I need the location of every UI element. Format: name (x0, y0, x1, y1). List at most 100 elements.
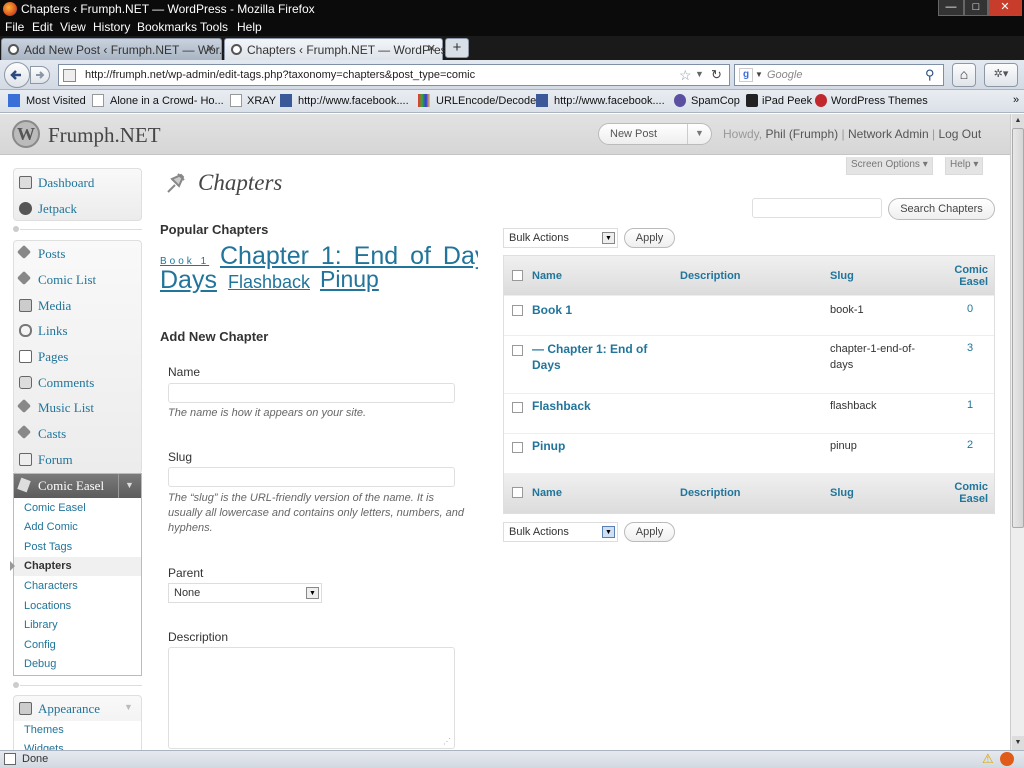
description-textarea[interactable]: ⋰ (168, 647, 455, 749)
site-name[interactable]: Frumph.NET (48, 123, 161, 148)
tag-cloud-days-wrap[interactable]: Days (160, 266, 217, 295)
column-header-comic-easel[interactable]: Comic Easel (944, 264, 988, 288)
bookmarks-overflow-icon[interactable]: » (1013, 94, 1019, 106)
column-footer-comic-easel[interactable]: Comic Easel (944, 481, 988, 505)
sidebar-item-comic-easel[interactable]: Comic Easel ▼ (14, 474, 141, 498)
screen-options-button[interactable]: Screen Options ▾ (846, 157, 933, 175)
tag-cloud-flashback[interactable]: Flashback (228, 272, 310, 293)
new-post-dropdown-icon[interactable]: ▼ (695, 128, 704, 138)
new-post-button[interactable]: New Post ▼ (598, 123, 712, 145)
url-dropdown-icon[interactable]: ▼ (695, 69, 704, 79)
submenu-themes[interactable]: Themes (24, 724, 64, 736)
table-row[interactable]: Flashback flashback 1 (504, 393, 994, 433)
resize-grip-icon[interactable]: ⋰ (443, 737, 451, 746)
bookmark-xray[interactable]: XRAY (247, 95, 276, 107)
name-field[interactable] (168, 383, 455, 403)
addon-status-icon[interactable] (1000, 752, 1014, 766)
scroll-up-icon[interactable]: ▲ (1012, 114, 1024, 128)
sidebar-item-jetpack[interactable]: Jetpack (13, 196, 142, 221)
row-count-link[interactable]: 2 (967, 439, 973, 451)
submenu-config[interactable]: Config (24, 639, 56, 651)
menu-tools[interactable]: Tools (200, 20, 228, 34)
sidebar-item-links[interactable]: Links (13, 318, 142, 343)
home-button[interactable]: ⌂ (952, 63, 976, 87)
bookmark-spamcop[interactable]: SpamCop (691, 95, 740, 107)
row-checkbox[interactable] (512, 305, 523, 316)
url-bar[interactable]: http://frumph.net/wp-admin/edit-tags.php… (58, 64, 730, 86)
column-header-slug[interactable]: Slug (830, 270, 854, 282)
log-out-link[interactable]: Log Out (938, 127, 981, 141)
sidebar-item-media[interactable]: Media (13, 293, 142, 318)
close-button[interactable]: ✕ (988, 0, 1022, 16)
scroll-thumb[interactable] (1012, 128, 1024, 528)
user-name-link[interactable]: Phil (Frumph) (765, 127, 838, 141)
tab-chapters[interactable]: Chapters ‹ Frumph.NET — WordPress ✕ (224, 38, 453, 60)
tab-close-icon[interactable]: ✕ (427, 42, 436, 55)
column-footer-slug[interactable]: Slug (830, 487, 854, 499)
row-name-link[interactable]: Book 1 (532, 302, 572, 318)
menu-file[interactable]: File (5, 20, 24, 34)
sidebar-item-comments[interactable]: Comments (13, 370, 142, 395)
help-button[interactable]: Help ▾ (945, 157, 984, 175)
bookmark-alone-in-a-crowd[interactable]: Alone in a Crowd- Ho... (110, 95, 224, 107)
bulk-actions-select-top[interactable]: Bulk Actions ▼ (503, 228, 618, 248)
network-admin-link[interactable]: Network Admin (848, 127, 929, 141)
column-footer-description[interactable]: Description (680, 487, 741, 499)
select-all-checkbox[interactable] (512, 487, 523, 498)
maximize-button[interactable]: □ (964, 0, 988, 16)
scroll-down-icon[interactable]: ▼ (1012, 736, 1024, 750)
table-row[interactable]: Book 1 book-1 0 (504, 295, 994, 335)
reload-icon[interactable]: ↻ (711, 67, 722, 83)
submenu-debug[interactable]: Debug (24, 658, 56, 670)
search-chapters-input[interactable] (752, 198, 882, 218)
chevron-down-icon[interactable]: ▼ (124, 702, 133, 712)
sidebar-item-forum[interactable]: Forum (13, 447, 142, 472)
tag-cloud-pinup[interactable]: Pinup (320, 266, 379, 293)
chevron-down-icon[interactable]: ▼ (125, 480, 134, 490)
bookmark-ipad-peek[interactable]: iPad Peek (762, 95, 812, 107)
engine-dropdown-icon[interactable]: ▼ (755, 70, 763, 79)
submenu-library[interactable]: Library (24, 619, 58, 631)
menu-help[interactable]: Help (237, 20, 262, 34)
sidebar-item-casts[interactable]: Casts (13, 421, 142, 446)
menu-bookmarks[interactable]: Bookmarks (137, 20, 197, 34)
warning-icon[interactable]: ⚠ (982, 751, 994, 767)
slug-field[interactable] (168, 467, 455, 487)
forward-button[interactable] (30, 66, 50, 84)
column-footer-name[interactable]: Name (532, 487, 562, 499)
row-count-link[interactable]: 0 (967, 303, 973, 315)
search-bar[interactable]: g ▼ Google ⚲ (734, 64, 944, 86)
minimize-button[interactable]: — (938, 0, 964, 16)
row-checkbox[interactable] (512, 402, 523, 413)
sidebar-item-music-list[interactable]: Music List (13, 395, 142, 420)
menu-history[interactable]: History (93, 20, 130, 34)
submenu-add-comic[interactable]: Add Comic (24, 521, 78, 533)
apply-button-top[interactable]: Apply (624, 228, 675, 248)
table-row[interactable]: — Chapter 1: End of Days chapter-1-end-o… (504, 335, 994, 393)
menu-view[interactable]: View (60, 20, 86, 34)
bookmark-facebook-2[interactable]: http://www.facebook.... (554, 95, 665, 107)
back-button[interactable] (4, 62, 30, 88)
row-name-link[interactable]: Flashback (532, 398, 591, 414)
submenu-comic-easel[interactable]: Comic Easel (24, 502, 86, 514)
select-all-checkbox[interactable] (512, 270, 523, 281)
sidebar-item-dashboard[interactable]: Dashboard (13, 170, 142, 195)
submenu-characters[interactable]: Characters (24, 580, 78, 592)
bookmark-most-visited[interactable]: Most Visited (26, 95, 86, 107)
addons-button[interactable]: ✲▾ (984, 63, 1018, 87)
bookmark-urlencode[interactable]: URLEncode/Decode (436, 95, 536, 107)
apply-button-bottom[interactable]: Apply (624, 522, 675, 542)
menu-edit[interactable]: Edit (32, 20, 53, 34)
new-tab-button[interactable]: + (445, 38, 469, 58)
row-checkbox[interactable] (512, 345, 523, 356)
submenu-chapters[interactable]: Chapters (24, 560, 72, 572)
tab-close-icon[interactable]: ✕ (206, 42, 215, 55)
sidebar-item-pages[interactable]: Pages (13, 344, 142, 369)
search-chapters-button[interactable]: Search Chapters (888, 198, 995, 220)
submenu-post-tags[interactable]: Post Tags (24, 541, 72, 553)
bookmark-wordpress-themes[interactable]: WordPress Themes (831, 95, 928, 107)
submenu-locations[interactable]: Locations (24, 600, 71, 612)
row-count-link[interactable]: 1 (967, 399, 973, 411)
bookmark-star-icon[interactable]: ☆ (679, 67, 692, 84)
search-magnifier-icon[interactable]: ⚲ (925, 67, 935, 83)
